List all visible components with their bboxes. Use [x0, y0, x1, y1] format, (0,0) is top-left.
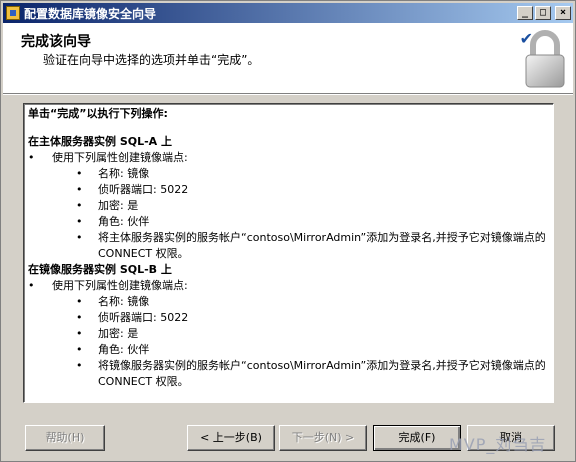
list-item: • 侦听器端口: 5022: [76, 183, 189, 196]
wizard-window: 配置数据库镜像安全向导 _ □ × 完成该向导 验证在向导中选择的选项并单击“完…: [0, 0, 576, 462]
wizard-header: 完成该向导 验证在向导中选择的选项并单击“完成”。 ✔: [3, 23, 573, 94]
list-item: • 名称: 镜像: [76, 167, 150, 180]
list-item: • 使用下列属性创建镜像端点:: [28, 279, 188, 292]
list-item: • 侦听器端口: 5022: [76, 311, 189, 324]
maximize-button[interactable]: □: [535, 6, 551, 20]
padlock-icon: [525, 30, 565, 88]
help-button[interactable]: 帮助(H): [25, 425, 105, 451]
list-item: • 加密: 是: [76, 199, 139, 212]
list-item: • 将主体服务器实例的服务帐户“contoso\MirrorAdmin”添加为登录…: [76, 231, 546, 260]
list-item: • 角色: 伙伴: [76, 343, 150, 356]
section-heading: 在主体服务器实例 SQL-A 上: [28, 135, 173, 148]
list-item: • 将镜像服务器实例的服务帐户“contoso\MirrorAdmin”添加为登录…: [76, 359, 546, 388]
back-button[interactable]: < 上一步(B): [187, 425, 275, 451]
header-divider: [3, 94, 573, 95]
section-mirror: 在镜像服务器实例 SQL-B 上 • 使用下列属性创建镜像端点: • 名称: 镜像 …: [28, 262, 549, 390]
section-principal: 在主体服务器实例 SQL-A 上 • 使用下列属性创建镜像端点: • 名称: 镜像 …: [28, 134, 549, 262]
minimize-button[interactable]: _: [517, 6, 533, 20]
next-button[interactable]: 下一步(N) >: [279, 425, 367, 451]
summary-intro: 单击“完成”以执行下列操作:: [28, 107, 168, 120]
list-item: • 加密: 是: [76, 327, 139, 340]
section-heading: 在镜像服务器实例 SQL-B 上: [28, 263, 172, 276]
close-button[interactable]: ×: [555, 6, 571, 20]
app-icon: [6, 6, 20, 20]
list-item: • 名称: 镜像: [76, 295, 150, 308]
watermark: MVP_刘刍吉: [449, 435, 547, 454]
summary-panel[interactable]: 单击“完成”以执行下列操作: 在主体服务器实例 SQL-A 上 • 使用下列属性创…: [23, 103, 554, 403]
finish-button[interactable]: 完成(F): [373, 425, 461, 451]
list-item: • 使用下列属性创建镜像端点:: [28, 151, 188, 164]
list-item: • 角色: 伙伴: [76, 215, 150, 228]
page-title: 完成该向导: [21, 34, 91, 50]
page-subtitle: 验证在向导中选择的选项并单击“完成”。: [43, 53, 260, 67]
window-title: 配置数据库镜像安全向导: [24, 6, 157, 21]
title-bar[interactable]: 配置数据库镜像安全向导 _ □ ×: [3, 3, 573, 23]
